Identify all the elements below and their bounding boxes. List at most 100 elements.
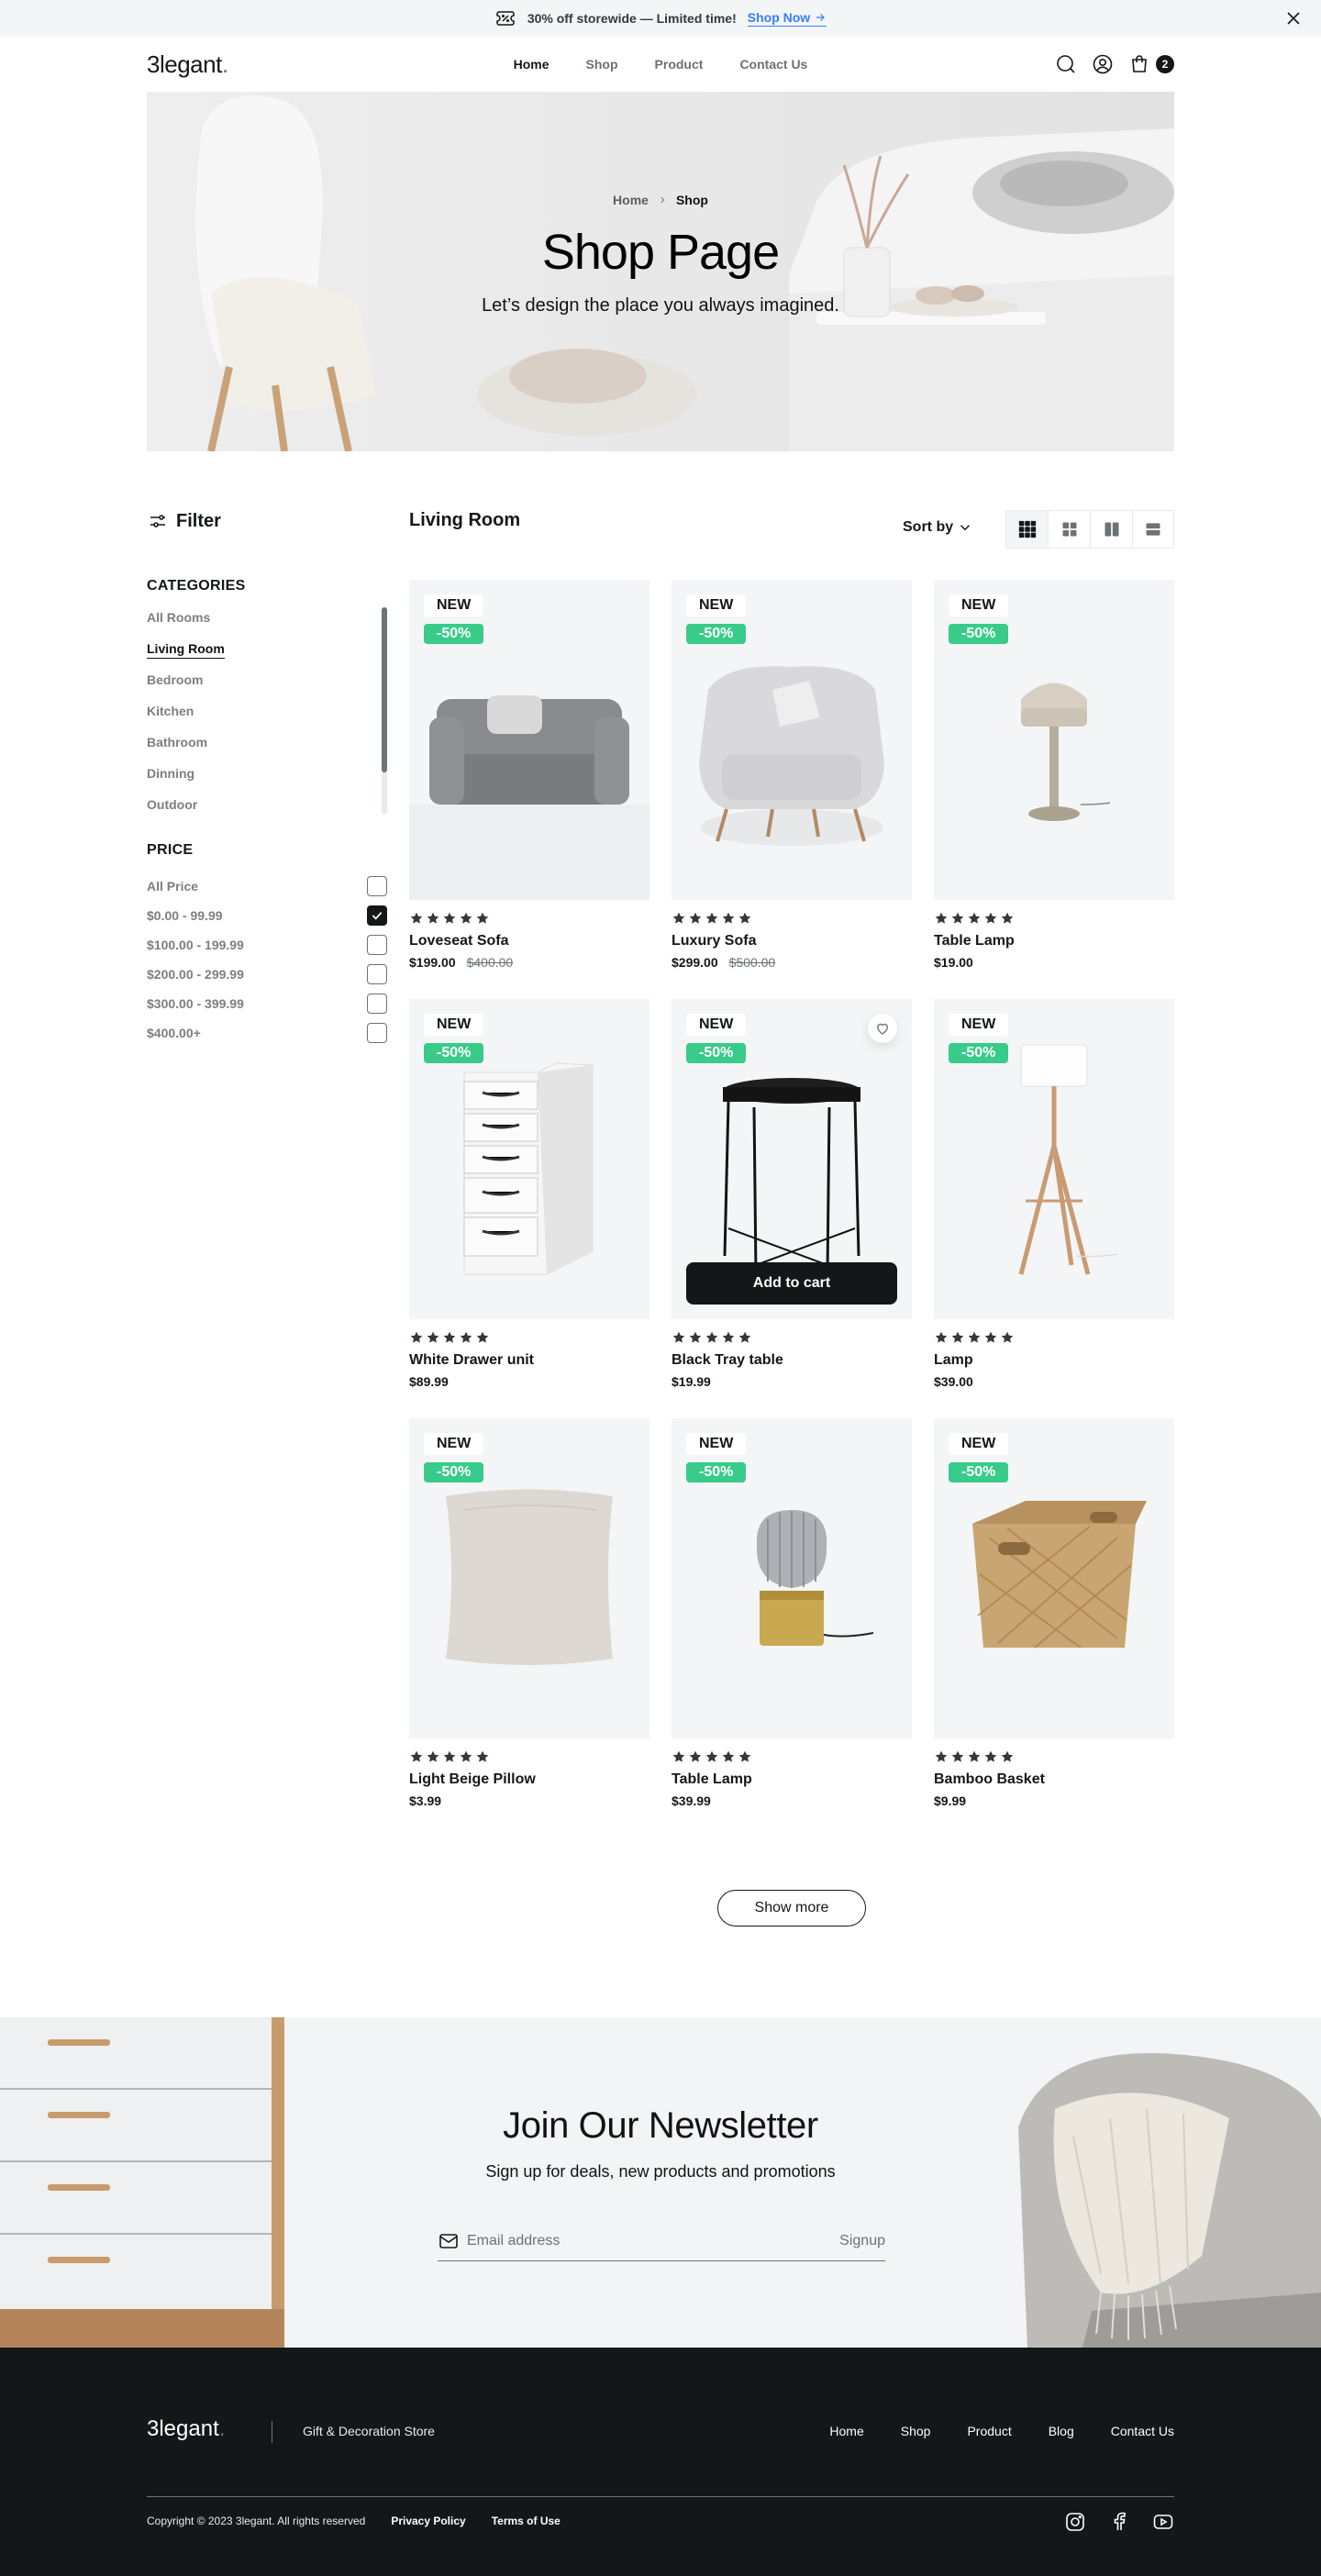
- star-icon: [738, 1331, 751, 1343]
- product-name[interactable]: White Drawer unit: [409, 1352, 649, 1369]
- product-image-area[interactable]: NEW -50%: [934, 1418, 1174, 1738]
- price-option-0-99[interactable]: $0.00 - 99.99: [147, 901, 387, 930]
- footer-link-contact-us[interactable]: Contact Us: [1111, 2424, 1174, 2438]
- footer-link-blog[interactable]: Blog: [1049, 2424, 1074, 2438]
- checkbox[interactable]: [367, 994, 387, 1014]
- new-badge: NEW: [424, 1433, 484, 1455]
- product-image-area[interactable]: NEW -50%: [672, 1418, 912, 1738]
- checkbox[interactable]: [367, 964, 387, 984]
- product-image-area[interactable]: NEW -50%: [409, 580, 649, 900]
- list-view-button[interactable]: [1132, 511, 1174, 548]
- footer-rule: [147, 2496, 1174, 2497]
- sort-dropdown[interactable]: Sort by: [903, 519, 973, 536]
- product-name[interactable]: Lamp: [934, 1352, 1174, 1369]
- product-card[interactable]: NEW -50% Light Beige Pillow $3.99: [409, 1418, 649, 1808]
- star-icon: [460, 912, 472, 924]
- shop-now-link[interactable]: Shop Now: [747, 10, 827, 27]
- product-card[interactable]: NEW -50% White Drawer unit $89.99: [409, 999, 649, 1389]
- star-icon: [935, 912, 948, 924]
- category-bedroom[interactable]: Bedroom: [147, 670, 387, 701]
- product-name[interactable]: Bamboo Basket: [934, 1771, 1174, 1788]
- menu-item-product[interactable]: Product: [655, 57, 704, 72]
- category-bathroom[interactable]: Bathroom: [147, 732, 387, 763]
- discount-badge: -50%: [686, 1462, 747, 1482]
- footer-link-home[interactable]: Home: [829, 2424, 863, 2438]
- product-image-area[interactable]: NEW -50% Add to cart: [672, 999, 912, 1319]
- heart-icon[interactable]: [868, 1014, 897, 1043]
- category-dinning[interactable]: Dinning: [147, 763, 387, 794]
- product-image-area[interactable]: NEW -50%: [934, 580, 1174, 900]
- footer-link-shop[interactable]: Shop: [901, 2424, 931, 2438]
- show-more-button[interactable]: Show more: [717, 1890, 866, 1926]
- product-image-area[interactable]: NEW -50%: [672, 580, 912, 900]
- product-name[interactable]: Black Tray table: [672, 1352, 912, 1369]
- breadcrumb-home[interactable]: Home: [613, 193, 649, 207]
- checkbox[interactable]: [367, 1023, 387, 1043]
- user-icon[interactable]: [1092, 53, 1114, 75]
- product-card[interactable]: NEW -50% Add to cart Black Tray table $1…: [672, 999, 912, 1389]
- add-to-cart-button[interactable]: Add to cart: [686, 1262, 897, 1305]
- checkbox[interactable]: [367, 935, 387, 955]
- list-rows-icon: [1146, 523, 1160, 536]
- shopping-bag-icon[interactable]: [1128, 53, 1150, 75]
- product-prices: $199.00 $400.00: [409, 955, 649, 970]
- product-image-area[interactable]: NEW -50%: [409, 999, 649, 1319]
- filter-label: Filter: [176, 510, 221, 531]
- price-option-300-399[interactable]: $300.00 - 399.99: [147, 989, 387, 1018]
- footer-link-product[interactable]: Product: [967, 2424, 1011, 2438]
- checkbox[interactable]: [367, 876, 387, 896]
- product-name[interactable]: Loveseat Sofa: [409, 933, 649, 949]
- grid-4-view-button[interactable]: [1048, 511, 1090, 548]
- signup-button[interactable]: Signup: [839, 2233, 885, 2249]
- product-card[interactable]: NEW -50% Loveseat Sofa $199.00 $400.00: [409, 580, 649, 970]
- discount-badge: -50%: [949, 1462, 1009, 1482]
- product-card[interactable]: NEW -50% Table Lamp $19.00: [934, 580, 1174, 970]
- product-card[interactable]: NEW -50% Lamp $39.00: [934, 999, 1174, 1389]
- email-input[interactable]: [467, 2232, 833, 2249]
- category-all-rooms[interactable]: All Rooms: [147, 607, 387, 638]
- star-icon: [672, 912, 685, 924]
- price-option-all[interactable]: All Price: [147, 872, 387, 901]
- star-icon: [443, 1331, 456, 1343]
- star-icon: [1001, 912, 1014, 924]
- product-image-area[interactable]: NEW -50%: [409, 1418, 649, 1738]
- price-option-400-plus[interactable]: $400.00+: [147, 1018, 387, 1048]
- columns-view-button[interactable]: [1090, 511, 1132, 548]
- grid-3-view-button[interactable]: [1005, 511, 1048, 548]
- category-kitchen[interactable]: Kitchen: [147, 701, 387, 732]
- star-icon: [689, 1750, 702, 1762]
- menu-item-contact-us[interactable]: Contact Us: [739, 57, 807, 72]
- search-icon[interactable]: [1055, 53, 1077, 75]
- product-name[interactable]: Table Lamp: [934, 933, 1174, 949]
- instagram-icon[interactable]: [1064, 2511, 1086, 2533]
- privacy-policy-link[interactable]: Privacy Policy: [391, 2515, 465, 2527]
- footer-logo[interactable]: 3legant.: [147, 2416, 225, 2442]
- category-outdoor[interactable]: Outdoor: [147, 794, 387, 826]
- star-icon: [705, 912, 718, 924]
- price-option-200-299[interactable]: $200.00 - 299.99: [147, 960, 387, 989]
- product-card[interactable]: NEW -50% Luxury Sofa $299.00 $500.00: [672, 580, 912, 970]
- menu-item-shop[interactable]: Shop: [586, 57, 618, 72]
- mail-icon: [439, 2233, 458, 2248]
- logo[interactable]: 3legant.: [147, 50, 228, 79]
- close-icon[interactable]: [1282, 7, 1304, 29]
- category-scrollbar[interactable]: [382, 607, 387, 815]
- product-card[interactable]: NEW -50% Bamboo Basket $9.99: [934, 1418, 1174, 1808]
- star-icon: [951, 1750, 964, 1762]
- product-image-area[interactable]: NEW -50%: [934, 999, 1174, 1319]
- terms-of-use-link[interactable]: Terms of Use: [492, 2515, 561, 2527]
- product-prices: $299.00 $500.00: [672, 955, 912, 970]
- grid-4-icon: [1062, 522, 1076, 537]
- product-name[interactable]: Table Lamp: [672, 1771, 912, 1788]
- product-name[interactable]: Light Beige Pillow: [409, 1771, 649, 1788]
- youtube-icon[interactable]: [1152, 2511, 1174, 2533]
- product-name[interactable]: Luxury Sofa: [672, 933, 912, 949]
- checkbox-checked[interactable]: [367, 905, 387, 926]
- facebook-icon[interactable]: [1108, 2511, 1130, 2533]
- category-living-room[interactable]: Living Room: [147, 638, 387, 670]
- price-option-100-199[interactable]: $100.00 - 199.99: [147, 930, 387, 960]
- filter-header[interactable]: Filter: [147, 510, 387, 532]
- product-card[interactable]: NEW -50% Table Lamp $39.99: [672, 1418, 912, 1808]
- scrollbar-thumb[interactable]: [382, 607, 387, 772]
- menu-item-home[interactable]: Home: [514, 57, 549, 72]
